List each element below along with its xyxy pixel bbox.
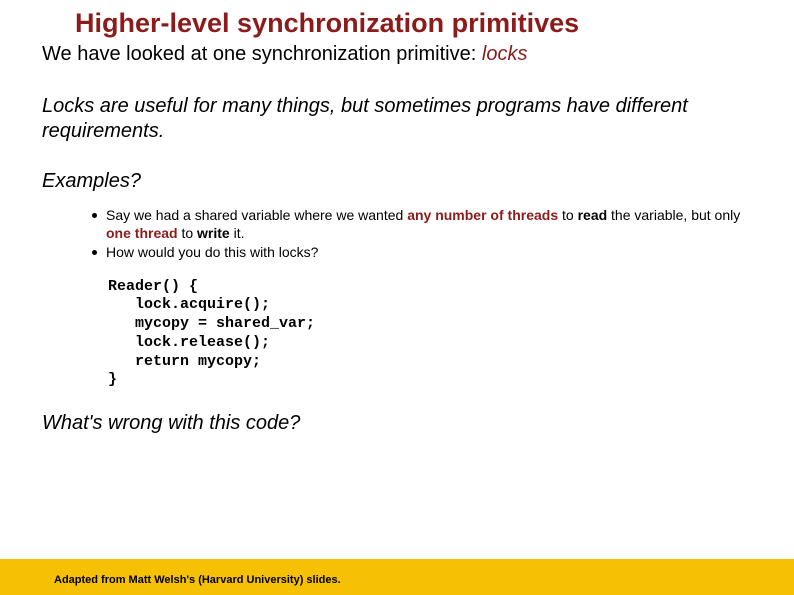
b1-b2: write xyxy=(197,225,230,241)
b1-pre: Say we had a shared variable where we wa… xyxy=(106,207,407,223)
b1-em1: any number of threads xyxy=(407,207,558,223)
bullet-item-2: How would you do this with locks? xyxy=(92,244,754,262)
b1-mid3: to xyxy=(178,225,197,241)
examples-heading: Examples? xyxy=(42,170,754,193)
b1-b1: read xyxy=(578,207,608,223)
footer-attribution: Adapted from Matt Welsh's (Harvard Unive… xyxy=(54,574,341,586)
intro-line: We have looked at one synchronization pr… xyxy=(42,43,754,66)
intro-emphasis: locks xyxy=(482,43,528,65)
code-block: Reader() { lock.acquire(); mycopy = shar… xyxy=(108,278,754,391)
slide-title: Higher-level synchronization primitives xyxy=(40,8,754,39)
b1-mid2: the variable, but only xyxy=(607,207,740,223)
b1-em2: one thread xyxy=(106,225,178,241)
slide-content: Higher-level synchronization primitives … xyxy=(0,0,794,435)
closing-question: What's wrong with this code? xyxy=(42,412,754,435)
paragraph-locks-useful: Locks are useful for many things, but so… xyxy=(42,94,754,144)
intro-text: We have looked at one synchronization pr… xyxy=(42,43,482,65)
slide: Higher-level synchronization primitives … xyxy=(0,0,794,595)
bullet-item-1: Say we had a shared variable where we wa… xyxy=(92,207,754,242)
bullet-list: Say we had a shared variable where we wa… xyxy=(92,207,754,262)
b1-post: it. xyxy=(230,225,245,241)
b1-mid1: to xyxy=(558,207,577,223)
